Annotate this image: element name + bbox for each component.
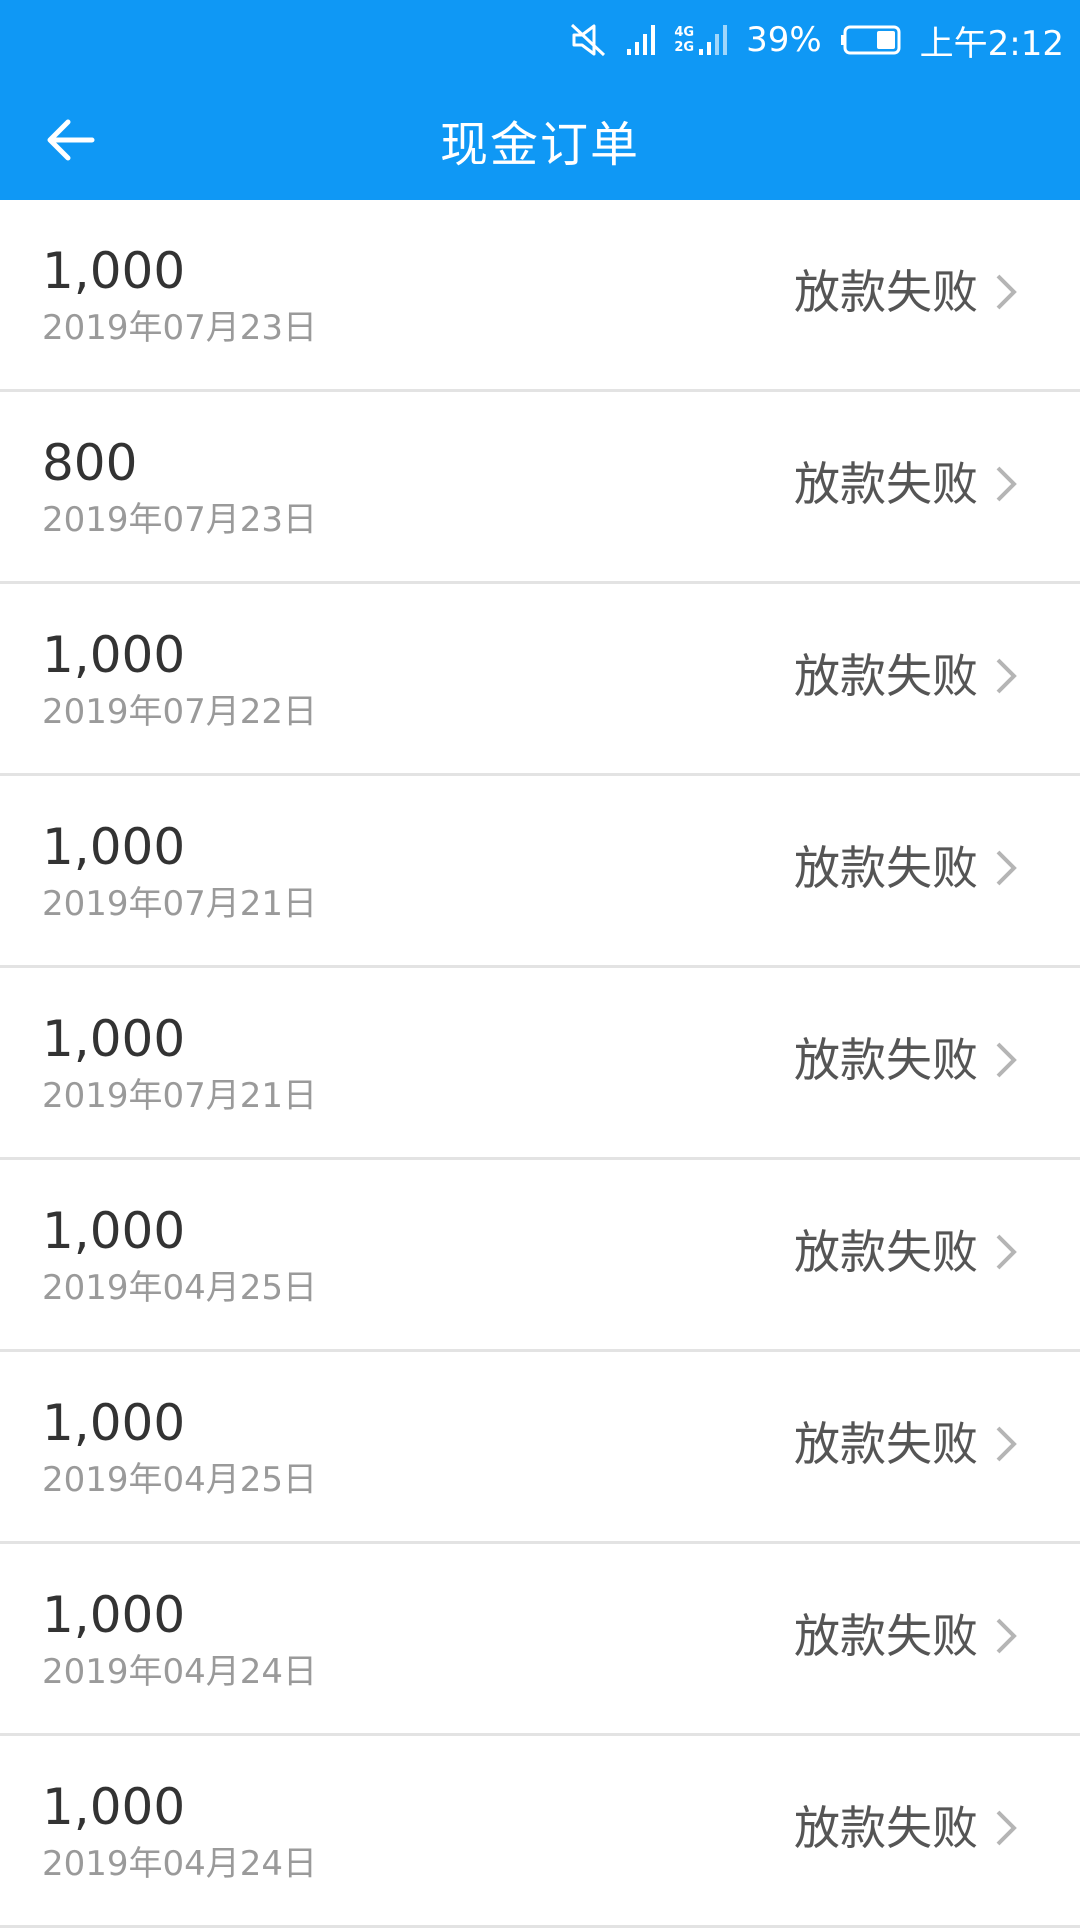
order-row[interactable]: 800 2019年07月23日 放款失败 (0, 392, 1080, 584)
order-row[interactable]: 1,000 2019年04月24日 放款失败 (0, 1544, 1080, 1736)
order-status: 放款失败 (794, 457, 978, 511)
order-date: 2019年07月21日 (42, 884, 318, 924)
order-row[interactable]: 1,000 2019年04月25日 放款失败 (0, 1160, 1080, 1352)
chevron-right-icon (996, 1426, 1017, 1462)
order-amount: 1,000 (42, 1394, 186, 1452)
order-date: 2019年07月23日 (42, 308, 318, 348)
order-amount: 1,000 (42, 626, 186, 684)
network-type-label: 4G 2G (674, 25, 695, 55)
app-header: 4G 2G 39% 上午2:12 现金订单 (0, 0, 1080, 200)
order-row[interactable]: 1,000 2019年07月22日 放款失败 (0, 584, 1080, 776)
order-amount: 1,000 (42, 1202, 186, 1260)
order-status: 放款失败 (794, 1033, 978, 1087)
battery-percent: 39% (746, 20, 822, 60)
toolbar: 现金订单 (0, 80, 1080, 200)
order-status: 放款失败 (794, 1801, 978, 1855)
order-date: 2019年04月24日 (42, 1844, 318, 1884)
order-status: 放款失败 (794, 265, 978, 319)
order-amount: 800 (42, 434, 138, 492)
chevron-right-icon (996, 1618, 1017, 1654)
page-title: 现金订单 (439, 117, 640, 173)
order-row[interactable]: 1,000 2019年07月21日 放款失败 (0, 968, 1080, 1160)
chevron-right-icon (996, 658, 1017, 694)
order-list: 1,000 2019年07月23日 放款失败 800 2019年07月23日 放… (0, 200, 1080, 1928)
order-date: 2019年07月21日 (42, 1076, 318, 1116)
chevron-right-icon (996, 274, 1017, 310)
battery-icon (840, 25, 902, 55)
order-row[interactable]: 1,000 2019年04月25日 放款失败 (0, 1352, 1080, 1544)
back-button[interactable] (30, 100, 110, 180)
chevron-right-icon (996, 1810, 1017, 1846)
order-status: 放款失败 (794, 1417, 978, 1471)
order-row[interactable]: 1,000 2019年07月21日 放款失败 (0, 776, 1080, 968)
chevron-right-icon (996, 850, 1017, 886)
order-amount: 1,000 (42, 242, 186, 300)
order-date: 2019年04月24日 (42, 1652, 318, 1692)
order-date: 2019年04月25日 (42, 1268, 318, 1308)
status-bar: 4G 2G 39% 上午2:12 (0, 0, 1080, 80)
order-status: 放款失败 (794, 1609, 978, 1663)
mute-icon (570, 23, 608, 57)
chevron-right-icon (996, 1234, 1017, 1270)
order-amount: 1,000 (42, 818, 186, 876)
chevron-right-icon (996, 1042, 1017, 1078)
order-amount: 1,000 (42, 1586, 186, 1644)
order-amount: 1,000 (42, 1010, 186, 1068)
chevron-right-icon (996, 466, 1017, 502)
order-status: 放款失败 (794, 649, 978, 703)
arrow-left-icon (47, 119, 95, 161)
order-status: 放款失败 (794, 841, 978, 895)
order-status: 放款失败 (794, 1225, 978, 1279)
order-date: 2019年07月23日 (42, 500, 318, 540)
order-date: 2019年04月25日 (42, 1460, 318, 1500)
clock: 上午2:12 (919, 23, 1064, 64)
order-date: 2019年07月22日 (42, 692, 318, 732)
order-row[interactable]: 1,000 2019年04月24日 放款失败 (0, 1736, 1080, 1928)
order-amount: 1,000 (42, 1778, 186, 1836)
signal-icon (626, 23, 656, 57)
network-signal-icon: 4G 2G (674, 23, 728, 57)
order-row[interactable]: 1,000 2019年07月23日 放款失败 (0, 200, 1080, 392)
